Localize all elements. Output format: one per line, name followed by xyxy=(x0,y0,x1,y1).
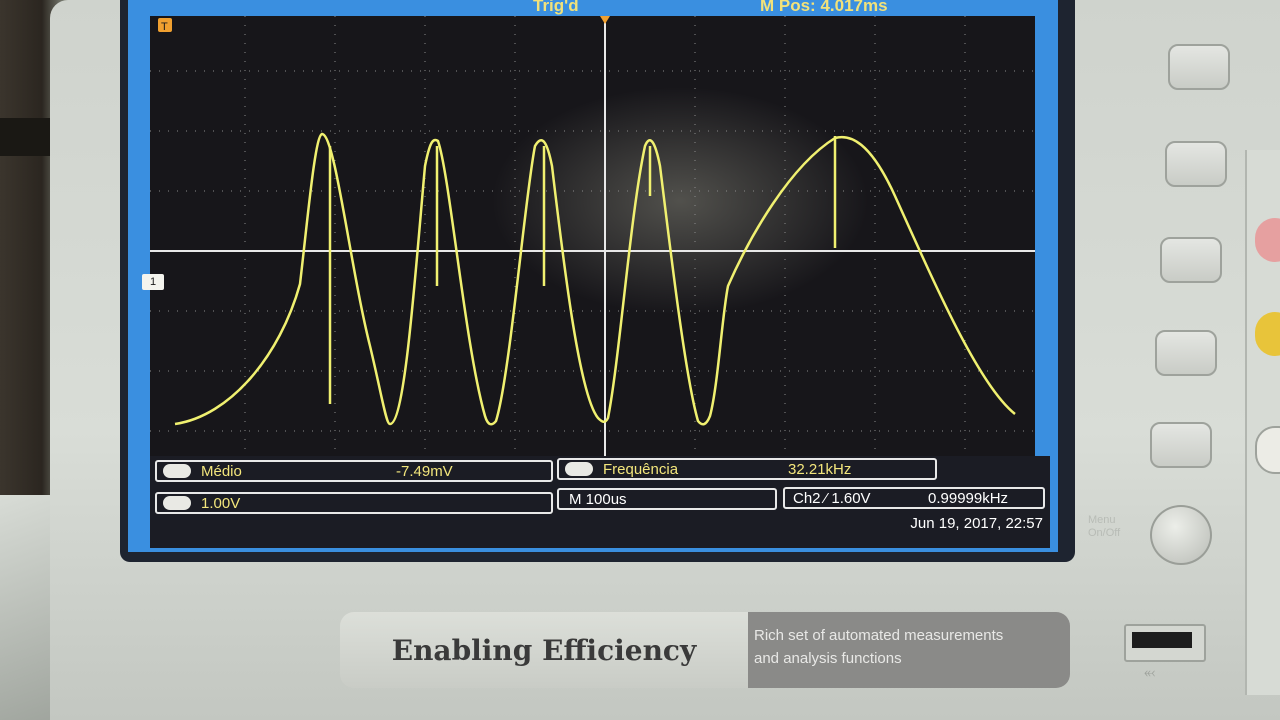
tagline-line-2: and analysis functions xyxy=(754,650,902,667)
timebase-box: M 100us xyxy=(557,488,777,510)
side-menu-button-2[interactable] xyxy=(1165,141,1227,187)
trigger-status: Trig'd xyxy=(533,0,579,15)
ch1-scale: 1.00V xyxy=(201,494,241,512)
measurement-frequency: Frequência 32.21kHz xyxy=(557,458,937,480)
trigger-box: Ch2 ⁄ 1.60V 0.99999kHz xyxy=(783,487,1045,509)
frequency-value: 32.21kHz xyxy=(788,460,852,478)
frequency-label: Frequência xyxy=(603,460,679,478)
channel-chip xyxy=(163,496,191,510)
grid xyxy=(150,16,1035,468)
trigger-frequency: 0.99999kHz xyxy=(928,489,1009,507)
menu-on-off-button[interactable] xyxy=(1150,505,1212,565)
datetime: Jun 19, 2017, 22:57 xyxy=(910,514,1043,532)
side-menu-button-5[interactable] xyxy=(1150,422,1212,468)
trigger-marker-label: T xyxy=(161,21,168,33)
waveform-trace xyxy=(174,132,1016,426)
timebase: M 100us xyxy=(569,490,627,508)
panel-button-white[interactable] xyxy=(1255,426,1280,474)
trigger-position-icon xyxy=(600,16,610,24)
channel-marker-icon: 1 xyxy=(142,274,164,290)
side-menu-button-1[interactable] xyxy=(1168,44,1230,90)
dark-stripe xyxy=(0,118,50,156)
mean-label: Médio xyxy=(201,462,242,480)
usb-port[interactable] xyxy=(1124,624,1206,662)
menu-on-off-label: Menu On/Off xyxy=(1088,514,1121,539)
brand-plate: Enabling Efficiency Rich set of automate… xyxy=(340,612,1070,688)
ch1-scale-box: 1.00V xyxy=(155,492,553,514)
side-menu-button-3[interactable] xyxy=(1160,237,1222,283)
trigger-info: Ch2 ⁄ 1.60V xyxy=(793,489,871,507)
channel-chip xyxy=(163,464,191,478)
tagline-line-1: Rich set of automated measurements xyxy=(754,627,1004,644)
side-menu-button-4[interactable] xyxy=(1155,330,1217,376)
mean-value: -7.49mV xyxy=(396,462,453,480)
usb-slot xyxy=(1132,632,1192,648)
measurement-mean: Médio -7.49mV xyxy=(155,460,553,482)
usb-icon: ⬻ xyxy=(1144,664,1156,680)
waveform-display: T xyxy=(150,16,1035,468)
brand-slogan: Enabling Efficiency xyxy=(340,612,748,688)
horizontal-position: M Pos: 4.017ms xyxy=(760,0,888,15)
waveform-svg: T xyxy=(150,16,1035,468)
channel-chip xyxy=(565,462,593,476)
datetime-box: Jun 19, 2017, 22:57 xyxy=(878,512,1043,534)
channel-marker-label: 1 xyxy=(149,276,157,288)
brand-tagline: Rich set of automated measurements and a… xyxy=(748,612,1070,688)
